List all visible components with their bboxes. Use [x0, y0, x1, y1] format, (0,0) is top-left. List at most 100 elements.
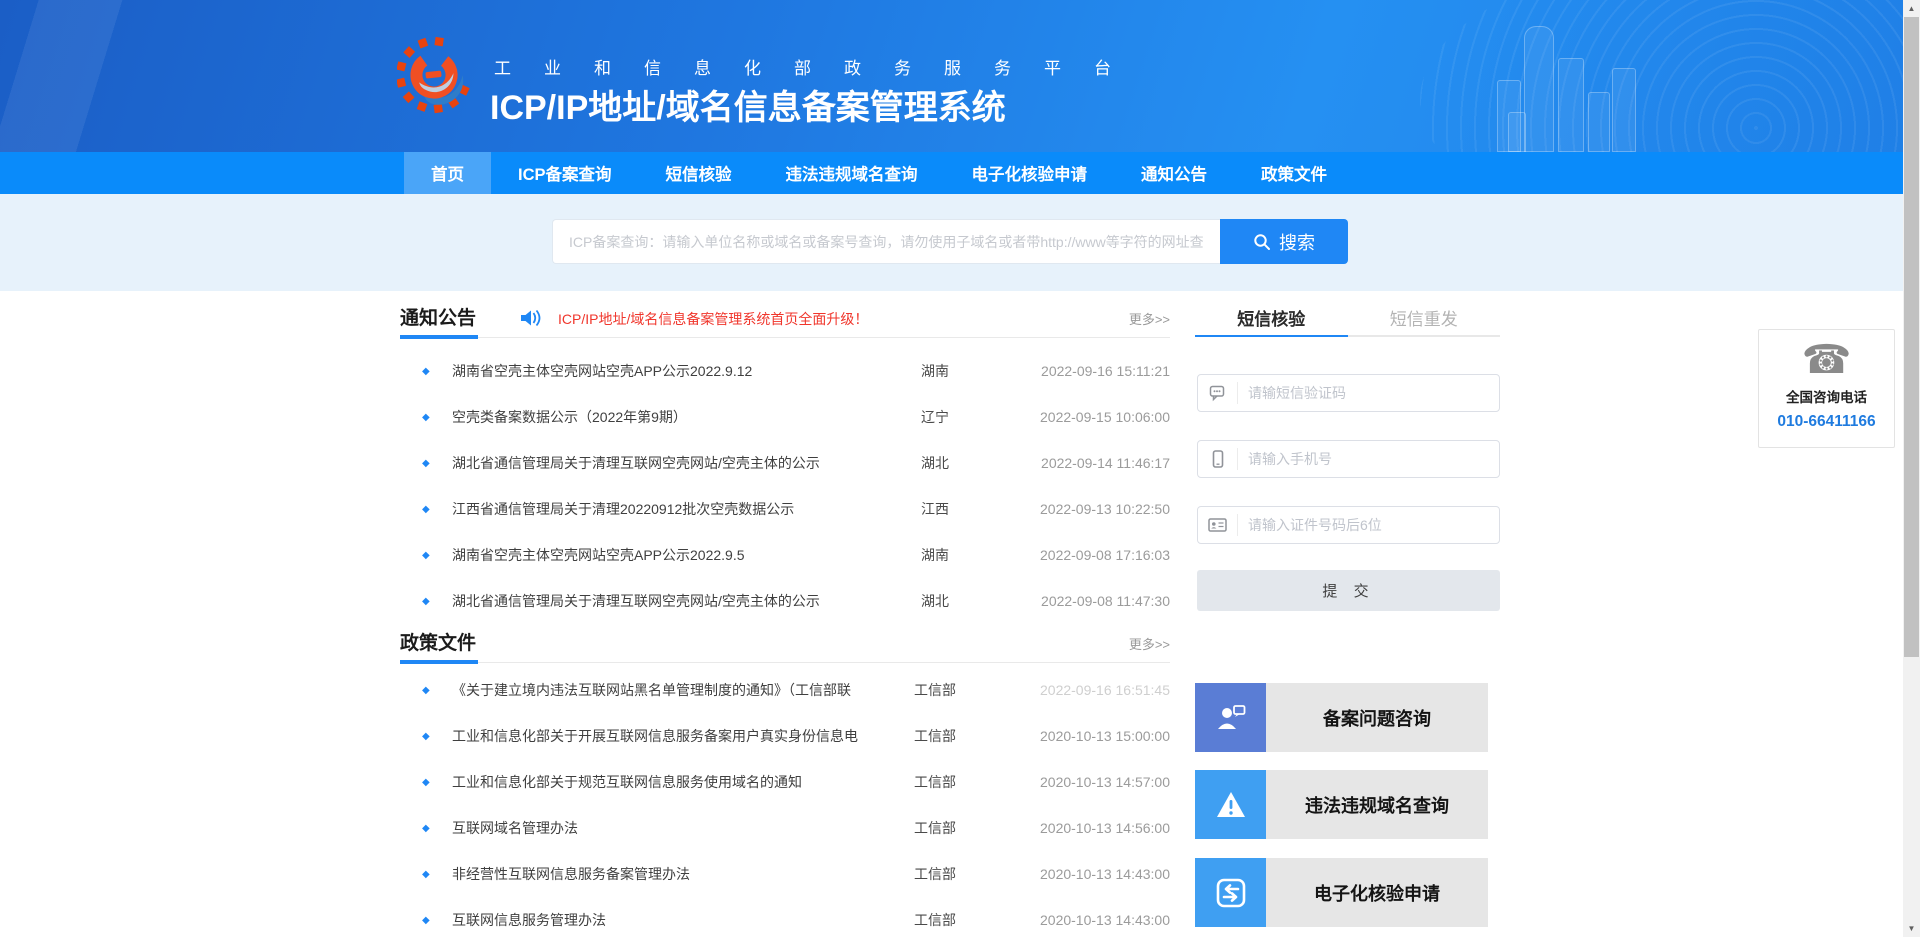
policy-row[interactable]: ◆ 非经营性互联网信息服务备案管理办法 工信部 2020-10-13 14:43…: [400, 851, 1170, 897]
sms-code-input-wrap: [1197, 374, 1500, 412]
sms-code-input[interactable]: [1238, 375, 1499, 411]
miit-gear-logo-icon: [397, 36, 471, 119]
announcement-link[interactable]: ICP/IP地址/域名信息备案管理系统首页全面升级！: [558, 309, 868, 329]
quicklink-consult[interactable]: 备案问题咨询: [1195, 683, 1488, 752]
notice-region: 湖北: [865, 453, 1005, 473]
nav-item-illegal-domain-query[interactable]: 违法违规域名查询: [759, 152, 945, 194]
building-decoration: [1588, 92, 1610, 152]
policy-row[interactable]: ◆ 工业和信息化部关于开展互联网信息服务备案用户真实身份信息电 工信部 2020…: [400, 713, 1170, 759]
diamond-bullet-icon: ◆: [422, 458, 452, 469]
diamond-bullet-icon: ◆: [422, 869, 452, 880]
divider: [400, 662, 1170, 663]
policy-row[interactable]: ◆ 《关于建立境内违法互联网站黑名单管理制度的通知》（工信部联 工信部 2022…: [400, 667, 1170, 713]
search-icon: [1253, 233, 1271, 251]
policy-row[interactable]: ◆ 工业和信息化部关于规范互联网信息服务使用域名的通知 工信部 2020-10-…: [400, 759, 1170, 805]
diamond-bullet-icon: ◆: [422, 412, 452, 423]
notices-list: ◆ 湖南省空壳主体空壳网站空壳APP公示2022.9.12 湖南 2022-09…: [400, 348, 1170, 624]
diamond-bullet-icon: ◆: [422, 550, 452, 561]
policy-title[interactable]: 互联网信息服务管理办法: [452, 910, 865, 930]
notice-row[interactable]: ◆ 湖北省通信管理局关于清理互联网空壳网站/空壳主体的公示 湖北 2022-09…: [400, 578, 1170, 624]
policy-title[interactable]: 工业和信息化部关于规范互联网信息服务使用域名的通知: [452, 772, 865, 792]
quicklink-consult-label[interactable]: 备案问题咨询: [1266, 683, 1488, 752]
policy-title[interactable]: 《关于建立境内违法互联网站黑名单管理制度的通知》（工信部联: [452, 680, 865, 700]
diamond-bullet-icon: ◆: [422, 915, 452, 926]
submit-button[interactable]: 提 交: [1197, 570, 1500, 611]
nav-item-e-verify-apply[interactable]: 电子化核验申请: [945, 152, 1115, 194]
policy-row[interactable]: ◆ 互联网信息服务管理办法 工信部 2020-10-13 14:43:00: [400, 897, 1170, 937]
page-scrollbar[interactable]: ▲ ▼: [1903, 0, 1920, 937]
policy-title[interactable]: 非经营性互联网信息服务备案管理办法: [452, 864, 865, 884]
policy-datetime: 2020-10-13 14:43:00: [1005, 912, 1170, 928]
telephone-icon: ☎: [1759, 338, 1894, 382]
notice-title[interactable]: 湖北省通信管理局关于清理互联网空壳网站/空壳主体的公示: [452, 591, 865, 611]
policy-org: 工信部: [865, 680, 1005, 700]
idcard-icon: [1198, 514, 1238, 536]
tab-sms-verify[interactable]: 短信核验: [1195, 303, 1348, 335]
transfer-icon: [1195, 858, 1266, 927]
notice-title[interactable]: 湖北省通信管理局关于清理互联网空壳网站/空壳主体的公示: [452, 453, 865, 473]
notice-title[interactable]: 湖南省空壳主体空壳网站空壳APP公示2022.9.5: [452, 545, 865, 565]
policies-section-header: 政策文件 更多>>: [400, 628, 1170, 668]
mobile-number-input[interactable]: [1238, 441, 1499, 477]
idcard-digits-input[interactable]: [1238, 507, 1499, 543]
notice-row[interactable]: ◆ 湖南省空壳主体空壳网站空壳APP公示2022.9.12 湖南 2022-09…: [400, 348, 1170, 394]
notice-region: 江西: [865, 499, 1005, 519]
building-decoration: [1508, 112, 1526, 152]
policy-org: 工信部: [865, 864, 1005, 884]
nav-item-sms-verify[interactable]: 短信核验: [639, 152, 759, 194]
policy-title[interactable]: 工业和信息化部关于开展互联网信息服务备案用户真实身份信息电: [452, 726, 865, 746]
policy-datetime: 2020-10-13 15:00:00: [1005, 728, 1170, 744]
system-title: ICP/IP地址/域名信息备案管理系统: [490, 80, 1006, 129]
quicklink-illegal-domain[interactable]: 违法违规域名查询: [1195, 770, 1488, 839]
policy-title[interactable]: 互联网域名管理办法: [452, 818, 865, 838]
quicklink-e-verify[interactable]: 电子化核验申请: [1195, 858, 1488, 927]
notice-row[interactable]: ◆ 湖南省空壳主体空壳网站空壳APP公示2022.9.5 湖南 2022-09-…: [400, 532, 1170, 578]
notice-row[interactable]: ◆ 空壳类备案数据公示（2022年第9期） 辽宁 2022-09-15 10:0…: [400, 394, 1170, 440]
notice-datetime: 2022-09-16 15:11:21: [1005, 363, 1170, 379]
site-header: 工业和信息化部政务服务平台 ICP/IP地址/域名信息备案管理系统: [0, 0, 1920, 152]
notices-section-header: 通知公告 ICP/IP地址/域名信息备案管理系统首页全面升级！ 更多>>: [400, 303, 1170, 343]
diamond-bullet-icon: ◆: [422, 823, 452, 834]
scrollbar-up-arrow-icon[interactable]: ▲: [1903, 0, 1920, 17]
title-underline: [400, 660, 478, 664]
policy-org: 工信部: [865, 726, 1005, 746]
notice-row[interactable]: ◆ 江西省通信管理局关于清理20220912批次空壳数据公示 江西 2022-0…: [400, 486, 1170, 532]
notice-title[interactable]: 江西省通信管理局关于清理20220912批次空壳数据公示: [452, 499, 865, 519]
building-decoration: [1558, 58, 1584, 152]
nav-item-notices[interactable]: 通知公告: [1114, 152, 1234, 194]
notice-row[interactable]: ◆ 湖北省通信管理局关于清理互联网空壳网站/空壳主体的公示 湖北 2022-09…: [400, 440, 1170, 486]
policy-datetime: 2022-09-16 16:51:45: [1005, 682, 1170, 698]
diamond-bullet-icon: ◆: [422, 685, 452, 696]
icp-beian-homepage: 工业和信息化部政务服务平台 ICP/IP地址/域名信息备案管理系统 首页 ICP…: [0, 0, 1920, 937]
notice-datetime: 2022-09-15 10:06:00: [1005, 409, 1170, 425]
search-button[interactable]: 搜索: [1220, 219, 1348, 264]
diamond-bullet-icon: ◆: [422, 777, 452, 788]
warning-icon: [1195, 770, 1266, 839]
mobile-input-wrap: [1197, 440, 1500, 478]
policy-row[interactable]: ◆ 互联网域名管理办法 工信部 2020-10-13 14:56:00: [400, 805, 1170, 851]
quicklink-e-verify-label[interactable]: 电子化核验申请: [1266, 858, 1488, 927]
notice-datetime: 2022-09-08 11:47:30: [1005, 593, 1170, 609]
nav-item-home[interactable]: 首页: [404, 152, 491, 194]
nav-item-icp-query[interactable]: ICP备案查询: [491, 152, 639, 194]
notice-region: 湖南: [865, 361, 1005, 381]
sms-code-icon: [1198, 382, 1238, 404]
policy-org: 工信部: [865, 910, 1005, 930]
icp-search-input[interactable]: [552, 219, 1220, 264]
scrollbar-thumb[interactable]: [1904, 17, 1919, 657]
notice-region: 辽宁: [865, 407, 1005, 427]
header-rings-decoration: [1420, 0, 1920, 152]
notice-title[interactable]: 湖南省空壳主体空壳网站空壳APP公示2022.9.12: [452, 361, 865, 381]
notice-title[interactable]: 空壳类备案数据公示（2022年第9期）: [452, 407, 865, 427]
policies-more-link[interactable]: 更多>>: [1129, 634, 1170, 653]
notices-more-link[interactable]: 更多>>: [1129, 309, 1170, 328]
quicklink-illegal-domain-label[interactable]: 违法违规域名查询: [1266, 770, 1488, 839]
hotline-label: 全国咨询电话: [1759, 386, 1894, 406]
nav-item-policies[interactable]: 政策文件: [1234, 152, 1354, 194]
tab-sms-resend[interactable]: 短信重发: [1348, 303, 1501, 335]
hotline-card: ☎ 全国咨询电话 010-66411166: [1758, 329, 1895, 448]
search-button-label: 搜索: [1279, 229, 1315, 255]
diamond-bullet-icon: ◆: [422, 366, 452, 377]
scrollbar-down-arrow-icon[interactable]: ▼: [1903, 920, 1920, 937]
notice-region: 湖南: [865, 545, 1005, 565]
